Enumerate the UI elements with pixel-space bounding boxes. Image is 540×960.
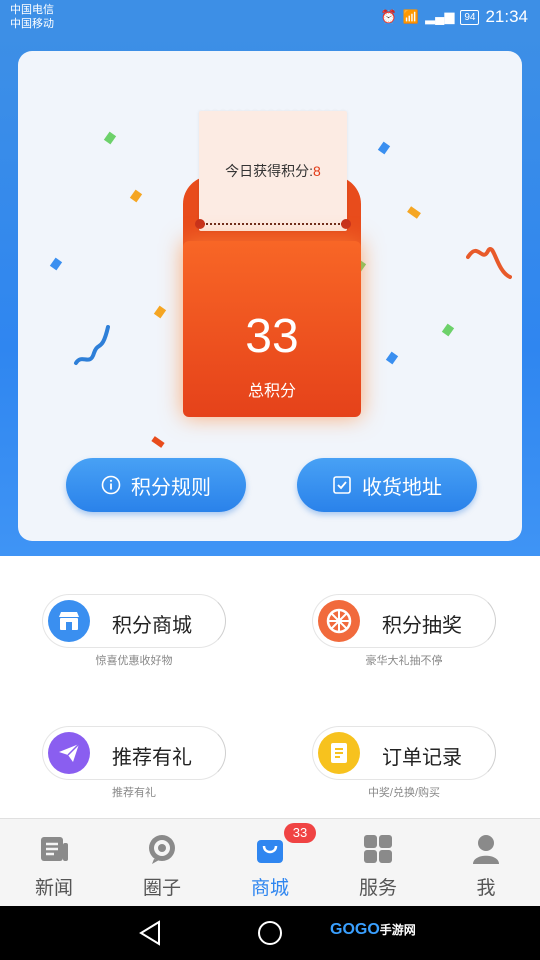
points-ticket: 今日获得积分:8 — [195, 107, 351, 231]
status-icons: ⏰ 📶 ▂▄▆ 94 21:34 — [381, 7, 528, 27]
ticket-notch — [195, 219, 205, 229]
battery-icon: 94 — [460, 9, 480, 25]
today-points: 今日获得积分:8 — [199, 161, 347, 181]
confetti-icon — [385, 351, 399, 365]
back-icon[interactable] — [137, 919, 165, 947]
points-hero: 今日获得积分:8 33 总积分 积分规则 收货地址 — [0, 36, 540, 556]
wifi-icon: 📶 — [402, 9, 420, 24]
total-points-label: 总积分 — [247, 383, 296, 400]
ticket-divider — [203, 223, 343, 225]
tab-mall[interactable]: 33 商城 — [216, 819, 324, 907]
streamer-icon — [74, 325, 110, 365]
confetti-icon — [441, 323, 455, 337]
today-points-value: 8 — [313, 163, 321, 179]
ticket-edge — [199, 107, 347, 115]
menu-points-lottery[interactable]: 积分抽奖 豪华大礼抽不停 — [312, 594, 512, 684]
paper-plane-icon — [48, 732, 90, 774]
menu-points-store[interactable]: 积分商城 惊喜优惠收好物 — [42, 594, 242, 684]
carrier-2: 中国移动 — [10, 18, 54, 30]
menu-title: 订单记录 — [382, 747, 462, 769]
points-rules-button[interactable]: 积分规则 — [66, 458, 246, 512]
points-rules-label: 积分规则 — [131, 476, 211, 499]
streamer-icon — [466, 247, 512, 279]
home-icon[interactable] — [256, 919, 284, 947]
confetti-icon — [377, 141, 391, 155]
menu-title: 积分商城 — [112, 615, 192, 637]
points-card: 今日获得积分:8 33 总积分 积分规则 收货地址 — [18, 51, 522, 541]
tab-label: 服务 — [358, 878, 397, 899]
shipping-address-button[interactable]: 收货地址 — [297, 458, 477, 512]
menu-subtitle: 推荐有礼 — [112, 787, 156, 799]
today-points-label: 今日获得积分: — [225, 163, 314, 179]
menu-subtitle: 惊喜优惠收好物 — [95, 655, 173, 667]
ticket-notch — [341, 219, 351, 229]
total-points-value: 33 — [245, 310, 299, 363]
tab-label: 我 — [476, 878, 496, 899]
menu-order-history[interactable]: 订单记录 中奖/兑换/购买 — [312, 726, 512, 816]
status-bar: 中国电信 中国移动 ⏰ 📶 ▂▄▆ 94 21:34 — [0, 0, 540, 36]
menu-title: 推荐有礼 — [112, 747, 192, 769]
user-icon — [473, 835, 499, 864]
watermark-logo: GOGO手游网 — [330, 921, 416, 938]
menu-title: 积分抽奖 — [382, 615, 462, 637]
menu-subtitle: 中奖/兑换/购买 — [367, 787, 441, 799]
system-navigation-bar: GOGO手游网 — [0, 906, 540, 960]
tab-me[interactable]: 我 — [432, 819, 540, 907]
signal-icon: ▂▄▆ — [425, 9, 455, 24]
cart-count-badge: 33 — [284, 823, 316, 843]
carrier-1: 中国电信 — [10, 4, 54, 16]
wheel-icon — [318, 600, 360, 642]
order-icon — [318, 732, 360, 774]
confetti-icon — [49, 257, 63, 271]
tab-label: 商城 — [250, 878, 289, 899]
tab-label: 圈子 — [142, 878, 181, 899]
store-icon — [48, 600, 90, 642]
tab-news[interactable]: 新闻 — [0, 819, 108, 907]
bottom-tab-bar: 新闻 圈子 33 商城 服务 我 — [0, 818, 540, 906]
tab-services[interactable]: 服务 — [324, 819, 432, 907]
carrier-info: 中国电信 中国移动 — [10, 3, 54, 31]
shopping-bag-icon — [257, 840, 283, 863]
menu-referral[interactable]: 推荐有礼 推荐有礼 — [42, 726, 242, 816]
confetti-icon — [153, 305, 167, 319]
confetti-icon — [151, 436, 165, 448]
envelope: 33 总积分 — [183, 241, 361, 417]
tab-label: 新闻 — [34, 878, 73, 899]
grid-icon — [364, 835, 392, 863]
shipping-address-label: 收货地址 — [362, 476, 442, 499]
menu-subtitle: 豪华大礼抽不停 — [365, 655, 443, 667]
clock: 21:34 — [485, 7, 528, 26]
confetti-icon — [407, 206, 421, 219]
checkbox-icon — [333, 476, 351, 494]
confetti-icon — [129, 189, 143, 203]
news-icon — [41, 837, 68, 861]
circle-icon — [149, 835, 175, 864]
confetti-icon — [103, 131, 117, 145]
info-icon — [101, 475, 121, 495]
alarm-icon: ⏰ — [380, 9, 397, 24]
tab-circle[interactable]: 圈子 — [108, 819, 216, 907]
